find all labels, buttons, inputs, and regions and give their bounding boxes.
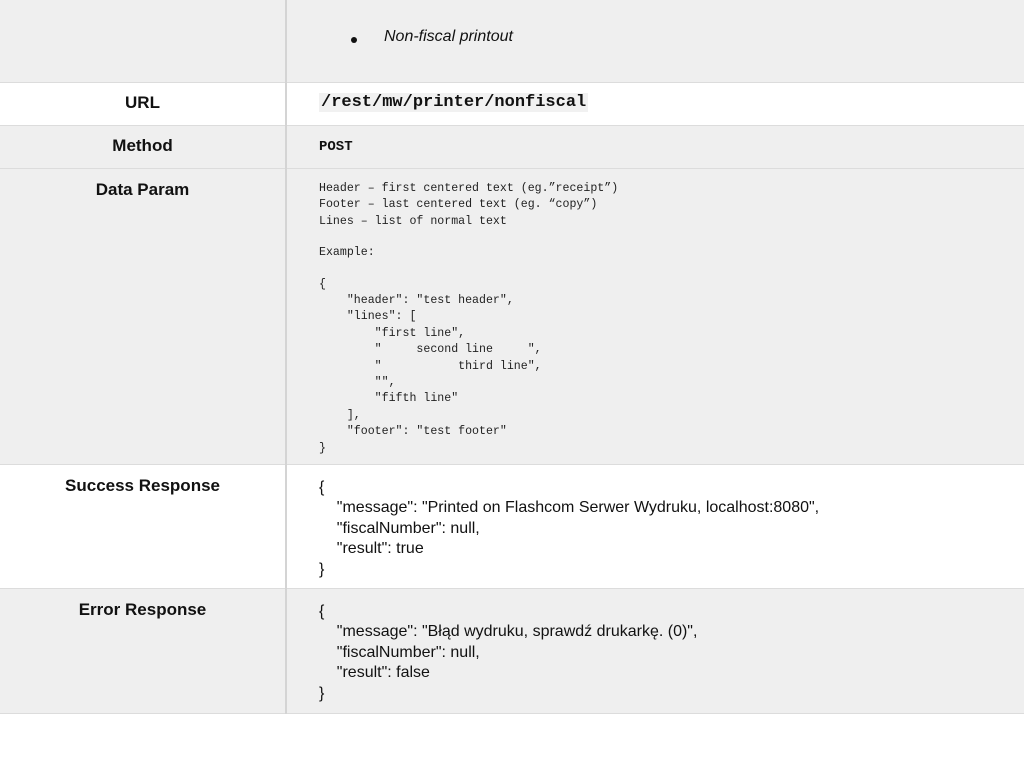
error-response-json: { "message": "Błąd wydruku, sprawdź druk…: [319, 602, 1024, 704]
example-line: }: [319, 441, 326, 455]
json-line: "result": true: [319, 540, 424, 558]
method-row: Method POST: [0, 125, 1024, 169]
data-param-desc-line: Lines – list of normal text: [319, 214, 507, 228]
json-line: "fiscalNumber": null,: [319, 643, 480, 661]
success-response-label: Success Response: [65, 476, 220, 495]
example-line: "",: [319, 376, 396, 390]
data-param-label: Data Param: [95, 180, 190, 199]
json-line: "result": false: [319, 664, 430, 682]
json-line: }: [319, 560, 325, 578]
json-line: "message": "Printed on Flashcom Serwer W…: [319, 499, 820, 517]
example-line: "footer": "test footer": [319, 425, 507, 439]
url-row: URL /rest/mw/printer/nonfiscal: [0, 82, 1024, 126]
data-param-label-cell: Data Param: [0, 168, 287, 465]
method-label: Method: [112, 136, 173, 155]
success-label-cell: Success Response: [0, 464, 287, 589]
json-line: "message": "Błąd wydruku, sprawdź drukar…: [319, 623, 698, 641]
intro-value-cell: Non-fiscal printout: [286, 0, 1024, 83]
example-line: "first line",: [319, 326, 466, 340]
method-value-cell: POST: [286, 125, 1024, 169]
url-value-cell: /rest/mw/printer/nonfiscal: [286, 82, 1024, 126]
error-response-row: Error Response { "message": "Błąd wydruk…: [0, 588, 1024, 714]
bullet-text: Non-fiscal printout: [384, 28, 513, 45]
example-line: "fifth line": [319, 392, 459, 406]
method-value: POST: [319, 139, 353, 155]
example-label: Example:: [319, 246, 375, 260]
data-param-desc-line: Header – first centered text (eg.”receip…: [319, 182, 619, 195]
example-line: "header": "test header",: [319, 294, 514, 308]
error-response-label: Error Response: [78, 600, 207, 619]
json-line: {: [319, 603, 325, 620]
intro-row: Non-fiscal printout: [0, 0, 1024, 83]
method-label-cell: Method: [0, 125, 287, 169]
url-label-cell: URL: [0, 82, 287, 126]
data-param-desc-line: Footer – last centered text (eg. “copy”): [319, 198, 598, 212]
example-line: " third line",: [319, 359, 542, 373]
url-endpoint: /rest/mw/printer/nonfiscal: [319, 93, 589, 112]
data-param-code: Header – first centered text (eg.”receip…: [319, 181, 1024, 457]
example-line: {: [319, 277, 326, 291]
json-line: "fiscalNumber": null,: [319, 519, 480, 537]
error-label-cell: Error Response: [0, 588, 287, 714]
intro-label-cell: [0, 0, 287, 83]
json-line: {: [319, 479, 325, 496]
url-label: URL: [125, 93, 160, 112]
json-line: }: [319, 684, 325, 702]
success-response-row: Success Response { "message": "Printed o…: [0, 464, 1024, 589]
error-value-cell: { "message": "Błąd wydruku, sprawdź druk…: [286, 588, 1024, 714]
example-line: ],: [319, 408, 361, 422]
bullet-item: Non-fiscal printout: [287, 28, 1024, 50]
data-param-value-cell: Header – first centered text (eg.”receip…: [286, 168, 1024, 465]
data-param-row: Data Param Header – first centered text …: [0, 168, 1024, 465]
example-line: "lines": [: [319, 310, 417, 324]
success-response-json: { "message": "Printed on Flashcom Serwer…: [319, 478, 1024, 580]
success-value-cell: { "message": "Printed on Flashcom Serwer…: [286, 464, 1024, 589]
bullet-dot-icon: [351, 37, 357, 43]
api-doc-table: Non-fiscal printout URL /rest/mw/printer…: [0, 0, 1024, 714]
example-line: " second line ",: [319, 343, 542, 357]
